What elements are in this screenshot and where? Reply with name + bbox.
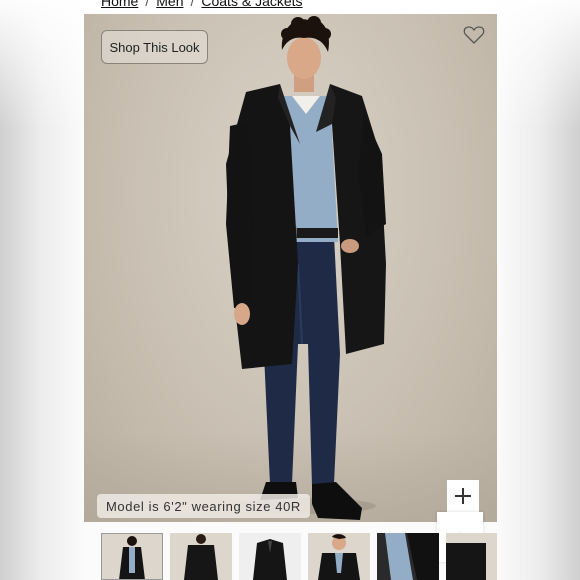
breadcrumb-separator: / xyxy=(190,0,195,9)
breadcrumb-home[interactable]: Home xyxy=(101,0,138,9)
shop-this-look-button[interactable]: Shop This Look xyxy=(101,30,208,64)
breadcrumb: Home / Men / Coats & Jackets xyxy=(101,0,303,11)
breadcrumb-separator: / xyxy=(145,0,150,9)
model-photo xyxy=(226,16,386,520)
zoom-button[interactable] xyxy=(447,480,479,512)
thumbnail-back-detail[interactable] xyxy=(170,533,232,580)
thumbnail-fabric-detail[interactable] xyxy=(377,533,439,580)
breadcrumb-men[interactable]: Men xyxy=(156,0,183,9)
breadcrumb-coats-jackets[interactable]: Coats & Jackets xyxy=(201,0,302,9)
model-size-note: Model is 6'2" wearing size 40R xyxy=(97,494,310,518)
thumbnail-partial[interactable] xyxy=(446,533,497,580)
thumbnail-flat-lay[interactable] xyxy=(239,533,301,580)
thumbnail-front-full[interactable] xyxy=(101,533,163,580)
plus-icon xyxy=(455,488,471,504)
product-main-image[interactable]: Shop This Look Model is 6'2" wearing siz… xyxy=(84,14,497,522)
thumbnail-strip xyxy=(101,533,497,580)
thumbnail-front-closeup[interactable] xyxy=(308,533,370,580)
wishlist-heart-icon[interactable] xyxy=(462,23,486,47)
